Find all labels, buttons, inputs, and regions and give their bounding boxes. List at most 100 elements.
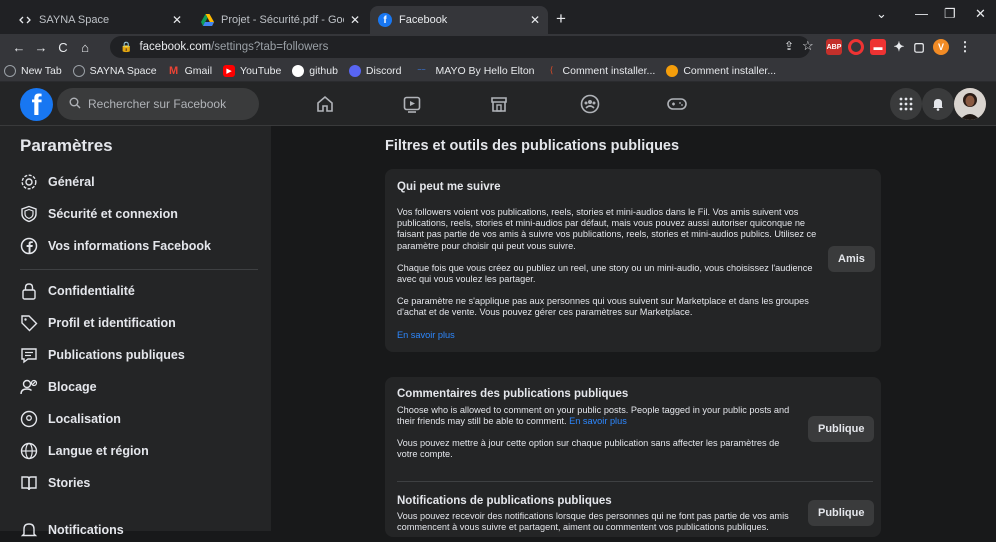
lock-icon: 🔒 (120, 41, 133, 53)
close-tab-icon[interactable]: ✕ (530, 13, 540, 27)
reload-icon[interactable]: C (52, 40, 74, 55)
settings-main: Filtres et outils des publications publi… (271, 126, 996, 537)
home-icon[interactable] (313, 92, 337, 116)
followers-description: Vos followers voient vos publications, r… (397, 207, 817, 251)
bookmark-mayo[interactable]: ~~ MAYO By Hello Elton (413, 64, 535, 77)
minimize-icon[interactable]: — (915, 6, 928, 21)
comments-audience-button[interactable]: Publique (808, 416, 875, 442)
sidebar-item-general[interactable]: Général (20, 170, 95, 194)
share-icon[interactable]: ⇪ (784, 39, 794, 53)
url-input[interactable]: 🔒 facebook.com/settings?tab=followers (110, 36, 810, 58)
tab-search-icon[interactable]: ⌄ (876, 6, 887, 22)
opera-icon[interactable] (848, 39, 864, 55)
tab-sayna-space[interactable]: SAYNA Space ✕ (10, 6, 190, 34)
avatar[interactable] (954, 88, 986, 120)
github-icon (292, 64, 305, 77)
sidebar-item-your-information[interactable]: Vos informations Facebook (20, 234, 211, 258)
sidebar-divider (20, 269, 258, 270)
adblock-icon[interactable]: ABP (826, 39, 842, 55)
profile-avatar[interactable]: V (933, 39, 949, 55)
sidebar-item-location[interactable]: Localisation (20, 407, 121, 431)
url-path: /settings?tab=followers (211, 41, 329, 53)
forward-icon[interactable]: → (30, 40, 52, 55)
facebook-search-input[interactable]: Rechercher sur Facebook (57, 88, 259, 120)
home-icon[interactable]: ⌂ (74, 40, 96, 55)
bookmark-comment-installer-2[interactable]: Comment installer... (666, 64, 776, 77)
globe-icon (20, 442, 38, 460)
comments-learn-more-link[interactable]: En savoir plus (569, 416, 627, 426)
sidebar-item-notifications[interactable]: Notifications (20, 518, 124, 542)
bookmark-gmail[interactable]: M Gmail (168, 65, 212, 77)
browser-menu-icon[interactable]: ⋮ (957, 39, 973, 55)
notifications-audience-button[interactable]: Publique (808, 500, 875, 526)
sidebar-item-profile-tagging[interactable]: Profil et identification (20, 311, 176, 335)
tab-label: Facebook (399, 14, 448, 26)
facebook-logo[interactable]: f (20, 88, 53, 121)
close-window-icon[interactable]: ✕ (975, 6, 986, 22)
sidepanel-icon[interactable]: ▢ (911, 39, 927, 55)
bookmark-label: New Tab (21, 64, 62, 77)
tab-google-drive[interactable]: Projet - Sécurité.pdf - Google Dr ✕ (192, 6, 368, 34)
lock-icon (20, 282, 38, 300)
close-tab-icon[interactable]: ✕ (350, 13, 360, 27)
tab-facebook[interactable]: f Facebook ✕ (370, 6, 548, 34)
block-user-icon (20, 378, 38, 396)
followers-audience-note: Chaque fois que vous créez ou publiez un… (397, 263, 813, 285)
sidebar-item-privacy[interactable]: Confidentialité (20, 279, 135, 303)
star-icon[interactable]: ☆ (802, 38, 814, 54)
facebook-icon: f (378, 13, 392, 27)
followers-heading: Qui peut me suivre (397, 181, 501, 193)
bookmark-github[interactable]: github (292, 64, 338, 77)
globe-icon (72, 64, 85, 77)
bell-icon (20, 521, 38, 539)
gaming-icon[interactable] (665, 92, 689, 116)
bookmark-youtube[interactable]: ▶ YouTube (223, 64, 282, 77)
bookmark-label: github (309, 64, 338, 77)
extension-red-icon[interactable]: ▬ (870, 39, 886, 55)
shield-icon (20, 205, 38, 223)
bookmark-label: MAYO By Hello Elton (435, 64, 535, 77)
new-tab-button[interactable]: + (556, 9, 566, 29)
search-icon (69, 97, 81, 112)
groups-icon[interactable] (578, 92, 602, 116)
sidebar-item-stories[interactable]: Stories (20, 471, 90, 495)
sidebar-item-public-posts[interactable]: Publications publiques (20, 343, 185, 367)
comments-heading: Commentaires des publications publiques (397, 388, 629, 400)
puzzle-icon[interactable]: ✦ (891, 39, 907, 55)
close-tab-icon[interactable]: ✕ (172, 13, 182, 27)
back-icon[interactable]: ← (8, 40, 30, 55)
watch-icon[interactable] (400, 92, 424, 116)
bookmark-label: Comment installer... (562, 64, 656, 77)
facebook-circle-icon (20, 237, 38, 255)
sidebar-item-label: Blocage (48, 380, 97, 394)
marketplace-icon[interactable] (487, 92, 511, 116)
tag-icon (20, 314, 38, 332)
sidebar-item-label: Confidentialité (48, 284, 135, 298)
sidebar-item-label: Sécurité et connexion (48, 207, 178, 221)
bookmark-new-tab[interactable]: New Tab (4, 64, 62, 77)
discord-icon (348, 64, 361, 77)
followers-marketplace-note: Ce paramètre ne s'applique pas aux perso… (397, 296, 809, 318)
maximize-icon[interactable]: ❐ (944, 6, 956, 22)
bookmark-sayna-space[interactable]: SAYNA Space (72, 64, 157, 77)
sidebar-item-label: Localisation (48, 412, 121, 426)
page-title: Filtres et outils des publications publi… (385, 138, 680, 154)
location-pin-icon (20, 410, 38, 428)
sidebar-item-label: Profil et identification (48, 316, 176, 330)
bookmark-comment-installer-1[interactable]: ⟨ Comment installer... (546, 65, 656, 77)
bookmark-label: Discord (365, 64, 402, 77)
settings-sidebar: Paramètres Général Sécurité et connexion… (0, 126, 271, 537)
sidebar-item-security[interactable]: Sécurité et connexion (20, 202, 178, 226)
comments-description: Choose who is allowed to comment on your… (397, 405, 802, 427)
followers-card: Qui peut me suivre Vos followers voient … (385, 169, 881, 352)
search-placeholder: Rechercher sur Facebook (88, 97, 227, 111)
sidebar-item-blocking[interactable]: Blocage (20, 375, 97, 399)
bell-icon[interactable] (922, 88, 954, 120)
followers-audience-button[interactable]: Amis (828, 246, 875, 272)
bookmark-label: YouTube (240, 64, 282, 77)
sidebar-item-language-region[interactable]: Langue et région (20, 439, 149, 463)
followers-learn-more-link[interactable]: En savoir plus (397, 330, 455, 340)
menu-grid-icon[interactable] (890, 88, 922, 120)
bookmark-icon (666, 64, 679, 77)
bookmark-discord[interactable]: Discord (348, 64, 402, 77)
